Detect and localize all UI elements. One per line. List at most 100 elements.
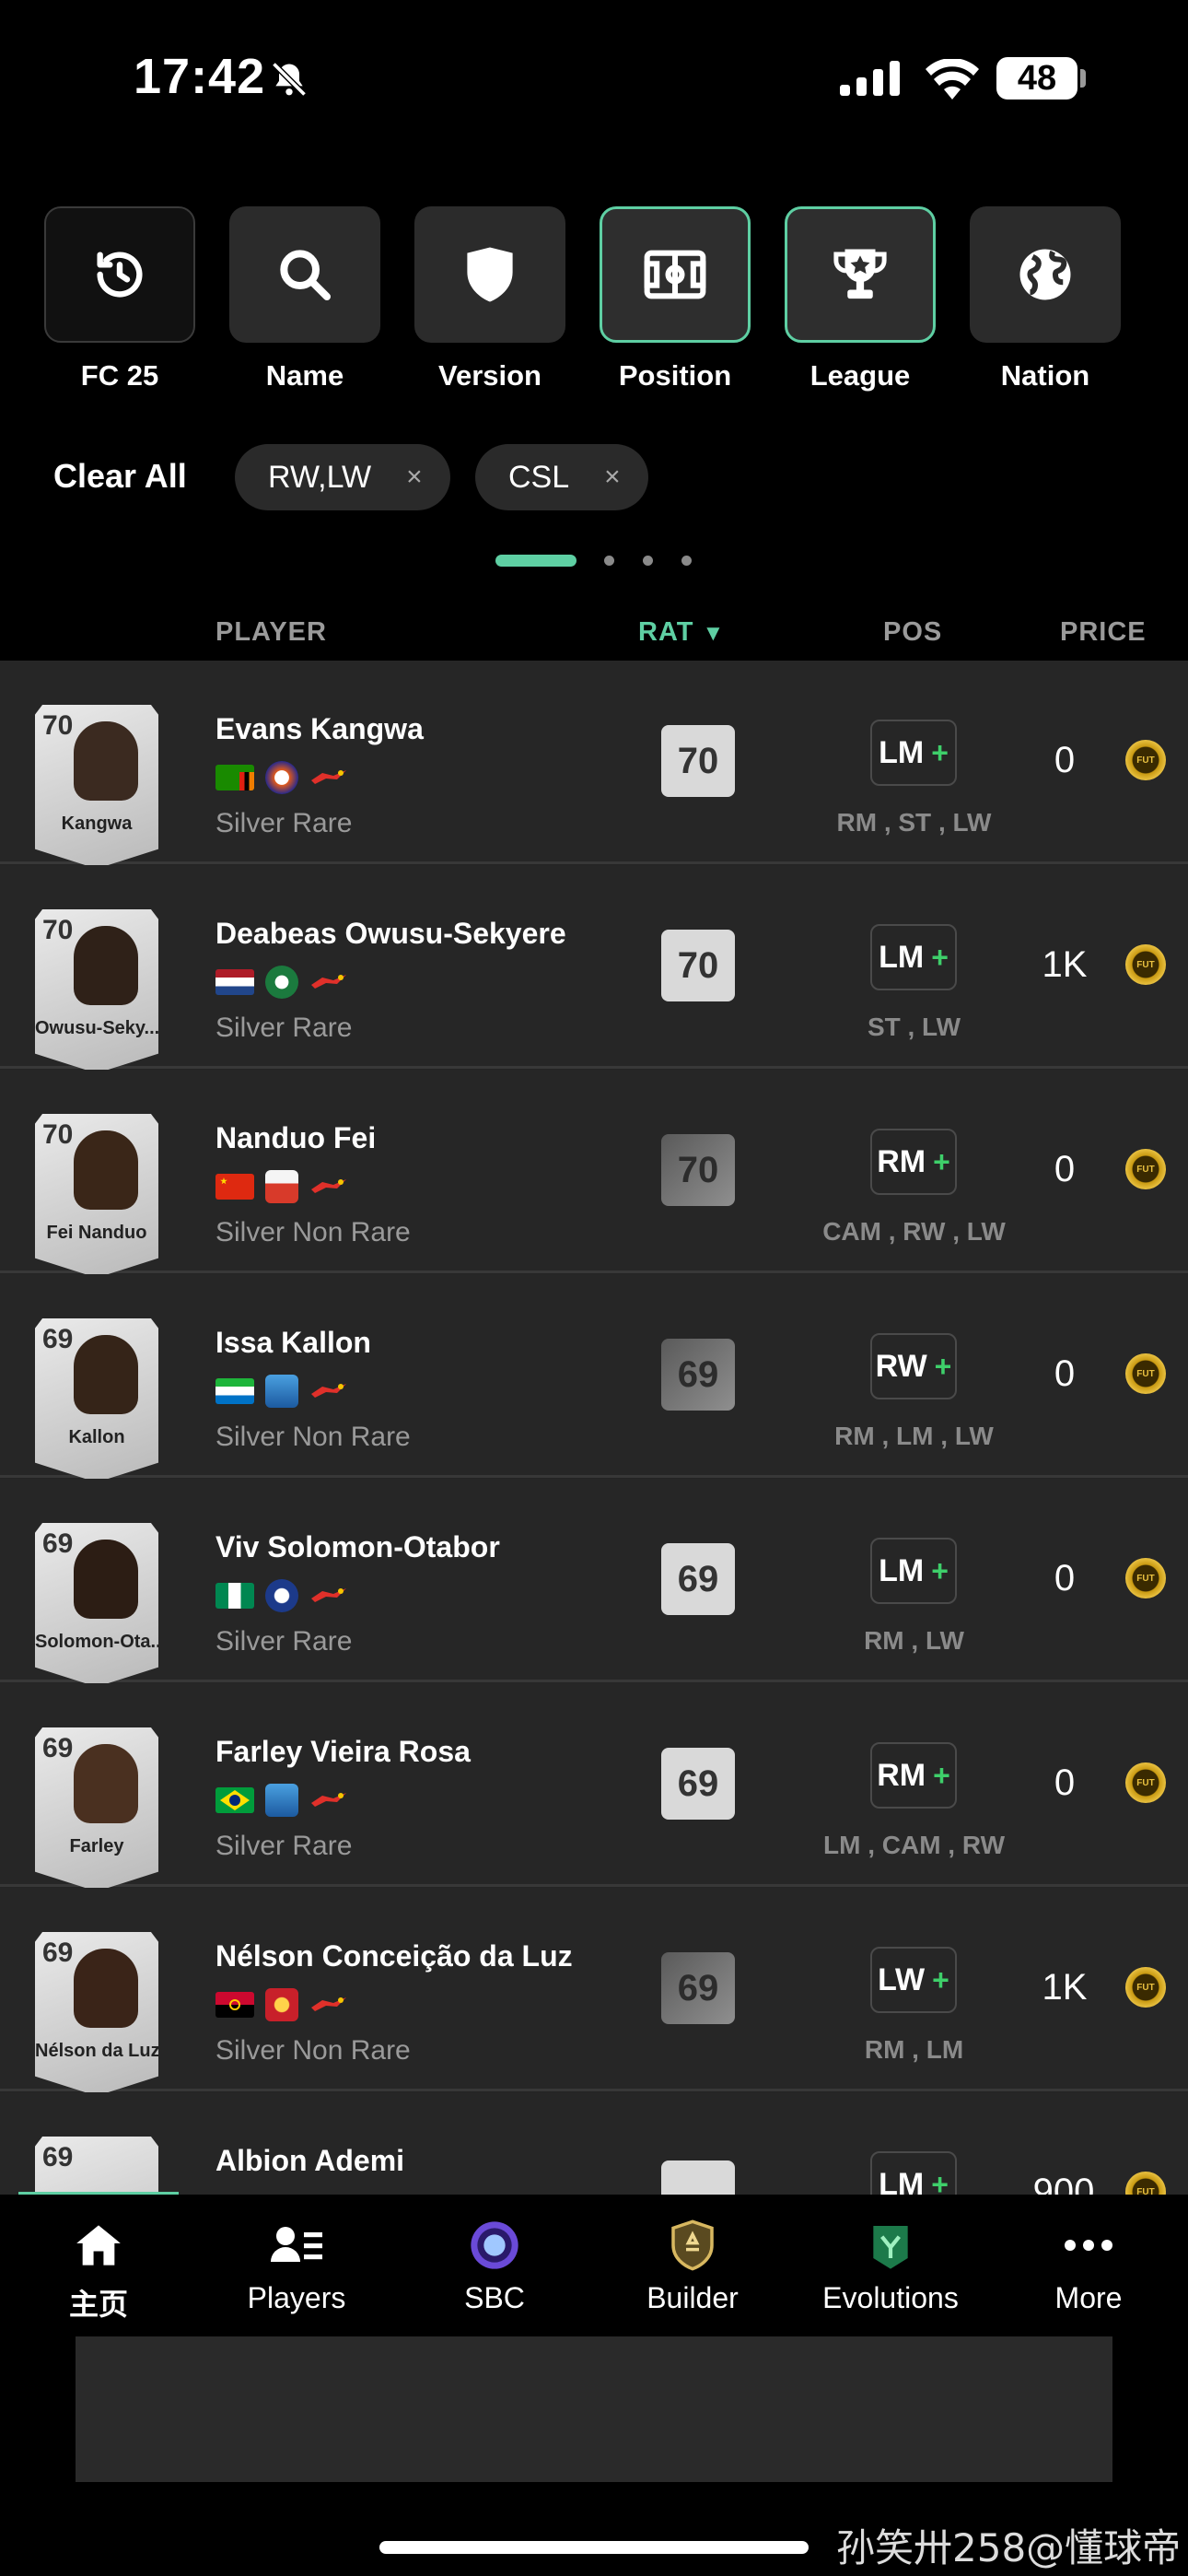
nav-label: 主页 bbox=[68, 2288, 128, 2321]
player-row[interactable]: 69 Solomon-Ota... Viv Solomon-Otabor Sil… bbox=[0, 1479, 1188, 1687]
close-icon[interactable]: × bbox=[406, 462, 423, 493]
angola-flag-icon bbox=[215, 1992, 254, 2018]
filter-position[interactable]: Position bbox=[600, 206, 751, 392]
nav-label: Builder bbox=[646, 2281, 739, 2314]
home-indicator[interactable] bbox=[379, 2541, 809, 2554]
player-row[interactable]: 70 Owusu-Seky... Deabeas Owusu-Sekyere S… bbox=[0, 865, 1188, 1073]
player-row[interactable]: 70 Fei Nanduo Nanduo Fei Silver Non Rare… bbox=[0, 1070, 1188, 1278]
column-price[interactable]: PRICE bbox=[1060, 617, 1147, 648]
card-name: Solomon-Ota... bbox=[35, 1632, 158, 1652]
nav-players[interactable]: Players bbox=[200, 2219, 393, 2315]
rating-badge: 69 bbox=[661, 1339, 735, 1411]
page-dot[interactable] bbox=[681, 556, 692, 566]
card-name: Kallon bbox=[68, 1427, 125, 1447]
player-price: 0 bbox=[1054, 740, 1076, 780]
player-face bbox=[74, 1744, 138, 1823]
position-badge: RM + bbox=[870, 1742, 957, 1809]
card-rarity: Silver Rare bbox=[215, 808, 353, 838]
alt-positions: RM , ST , LW bbox=[836, 808, 992, 837]
card-rarity: Silver Rare bbox=[215, 1013, 353, 1043]
page-dot[interactable] bbox=[604, 556, 614, 566]
status-bar: 17:42 48 bbox=[0, 0, 1188, 161]
nav-evolutions[interactable]: Evolutions bbox=[794, 2219, 987, 2315]
filter-version[interactable]: Version bbox=[414, 206, 565, 392]
rating-badge: 70 bbox=[661, 1134, 735, 1206]
chip-label: RW,LW bbox=[268, 459, 372, 495]
page-dot[interactable] bbox=[643, 556, 653, 566]
player-row[interactable]: 70 Kangwa Evans Kangwa Silver Rare 70 LM… bbox=[0, 661, 1188, 869]
nav-sbc[interactable]: SBC bbox=[398, 2219, 591, 2315]
card-rarity: Silver Non Rare bbox=[215, 1422, 411, 1452]
player-card: 70 Fei Nanduo bbox=[35, 1114, 158, 1278]
nav-home[interactable]: 主页 bbox=[2, 2219, 195, 2324]
filter-chip-positions[interactable]: RW,LW × bbox=[235, 444, 450, 510]
pitch-icon bbox=[600, 206, 751, 343]
player-price: 0 bbox=[1054, 1149, 1076, 1189]
column-player[interactable]: PLAYER bbox=[215, 617, 327, 648]
page-dot-active[interactable] bbox=[495, 555, 577, 567]
globe-icon bbox=[970, 206, 1121, 343]
player-price: 900 bbox=[1032, 2172, 1095, 2195]
position-badge: LM + bbox=[870, 2151, 957, 2195]
clear-all-button[interactable]: Clear All bbox=[53, 457, 187, 496]
alt-positions: RM , LW bbox=[864, 1626, 964, 1655]
player-face bbox=[74, 1335, 138, 1414]
player-face bbox=[74, 926, 138, 1005]
close-icon[interactable]: × bbox=[604, 462, 621, 493]
evolutions-icon bbox=[794, 2219, 987, 2272]
player-row[interactable]: 69 Kallon Issa Kallon Silver Non Rare 69… bbox=[0, 1274, 1188, 1482]
bottom-nav: 主页 Players SBC Builder Evolutions More bbox=[0, 2195, 1188, 2342]
player-name: Farley Vieira Rosa bbox=[215, 1735, 471, 1768]
card-rarity: Silver Rare bbox=[215, 1831, 353, 1861]
player-badges bbox=[215, 1579, 348, 1612]
player-name: Nanduo Fei bbox=[215, 1121, 377, 1154]
card-rating: 69 bbox=[42, 1324, 74, 1354]
silent-bell-icon bbox=[269, 59, 309, 104]
player-face bbox=[74, 721, 138, 801]
nav-builder[interactable]: Builder bbox=[596, 2219, 789, 2315]
column-position[interactable]: POS bbox=[883, 617, 942, 648]
battery-level: 48 bbox=[996, 57, 1077, 100]
player-list[interactable]: 70 Kangwa Evans Kangwa Silver Rare 70 LM… bbox=[0, 661, 1188, 2195]
filter-league[interactable]: League bbox=[785, 206, 936, 392]
csl-league-icon bbox=[311, 1384, 346, 1398]
shield-icon bbox=[414, 206, 565, 343]
chip-label: CSL bbox=[508, 459, 570, 495]
club-badge-icon bbox=[265, 1375, 298, 1408]
nav-more[interactable]: More bbox=[992, 2219, 1185, 2315]
filter-chip-league[interactable]: CSL × bbox=[475, 444, 648, 510]
plus-icon: + bbox=[931, 940, 949, 974]
filter-nation[interactable]: Nation bbox=[970, 206, 1121, 392]
history-icon bbox=[44, 206, 195, 343]
player-card: 69 Nélson da Luz bbox=[35, 1932, 158, 2096]
player-name: Albion Ademi bbox=[215, 2144, 405, 2177]
ad-banner[interactable] bbox=[76, 2336, 1112, 2482]
player-badges bbox=[215, 966, 348, 999]
nigeria-flag-icon bbox=[215, 1583, 254, 1609]
player-row[interactable]: 69 Nélson da Luz Nélson Conceição da Luz… bbox=[0, 1888, 1188, 2096]
battery-tip bbox=[1080, 69, 1086, 88]
position-badge: LW + bbox=[870, 1947, 957, 2013]
csl-league-icon bbox=[311, 975, 346, 989]
position-label: RM bbox=[877, 1143, 926, 1179]
plus-icon: + bbox=[932, 1962, 949, 1996]
cell-signal-icon bbox=[840, 61, 904, 100]
card-name: Owusu-Seky... bbox=[35, 1018, 158, 1038]
filter-name[interactable]: Name bbox=[229, 206, 380, 392]
coin-icon: FUT bbox=[1125, 2172, 1166, 2195]
filter-label: Nation bbox=[1000, 359, 1090, 392]
plus-icon: + bbox=[931, 735, 949, 769]
column-rating[interactable]: RAT ▼ bbox=[638, 617, 725, 648]
filter-fc25[interactable]: FC 25 bbox=[44, 206, 195, 392]
player-row[interactable]: 69 Farley Farley Vieira Rosa Silver Rare… bbox=[0, 1683, 1188, 1891]
player-card: 70 Owusu-Seky... bbox=[35, 909, 158, 1073]
player-price: 1K bbox=[1042, 1967, 1088, 2008]
zambia-flag-icon bbox=[215, 765, 254, 790]
sierra-leone-flag-icon bbox=[215, 1378, 254, 1404]
player-row[interactable]: 69 Albion Ademi LM + 900 FUT bbox=[0, 2092, 1188, 2195]
position-badge: LM + bbox=[870, 1538, 957, 1604]
coin-icon: FUT bbox=[1125, 1558, 1166, 1598]
coin-icon: FUT bbox=[1125, 1149, 1166, 1189]
csl-league-icon bbox=[311, 1179, 346, 1193]
search-icon bbox=[229, 206, 380, 343]
